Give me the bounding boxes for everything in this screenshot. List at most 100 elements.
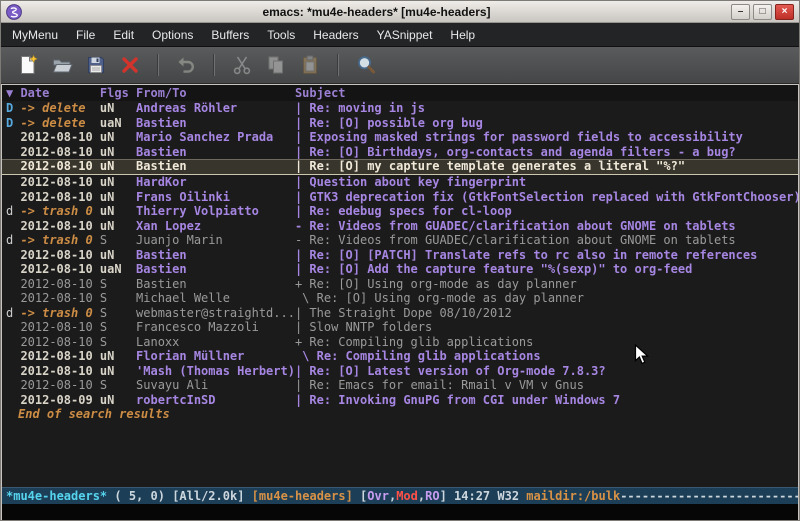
header-rows: D-> deleteuNAndreas Röhler| Re: moving i… bbox=[2, 101, 798, 407]
headers-column-header: ▼ Date Flgs From/To Subject bbox=[2, 85, 798, 101]
message-row[interactable]: D-> deleteuaNBastien| Re: [O] possible o… bbox=[2, 116, 798, 131]
cell-mark: d bbox=[6, 306, 20, 321]
modeline-segment: Mod bbox=[396, 489, 418, 503]
cell-mark: d bbox=[6, 233, 20, 248]
message-row[interactable]: 2012-08-10SFrancesco Mazzoli| Slow NNTP … bbox=[2, 320, 798, 335]
message-row[interactable]: 2012-08-09uNrobertcInSD| Re: Invoking Gn… bbox=[2, 393, 798, 408]
message-row[interactable]: 2012-08-10uNBastien| Re: [O] [PATCH] Tra… bbox=[2, 248, 798, 263]
message-row[interactable]: 2012-08-10SSuvayu Ali| Re: Emacs for ema… bbox=[2, 378, 798, 393]
menu-item-options[interactable]: Options bbox=[143, 23, 202, 46]
cell-mark: d bbox=[6, 204, 20, 219]
cell-mark bbox=[6, 291, 20, 306]
column-header-subject[interactable]: Subject bbox=[295, 85, 798, 101]
message-row[interactable]: 2012-08-10uNMario Sanchez Prada| Exposin… bbox=[2, 130, 798, 145]
cell-subject: - Re: Videos from GUADEC/clarification a… bbox=[295, 233, 798, 248]
cell-from: Michael Welle bbox=[136, 291, 295, 306]
menu-item-headers[interactable]: Headers bbox=[304, 23, 367, 46]
cell-date: -> delete bbox=[20, 116, 99, 131]
column-header-flags[interactable]: Flgs bbox=[100, 85, 136, 101]
search-button[interactable] bbox=[349, 50, 383, 80]
cell-subject: | Re: Emacs for email: Rmail v VM v Gnus bbox=[295, 378, 798, 393]
cell-flags: uN bbox=[100, 248, 136, 263]
cell-mark bbox=[6, 248, 20, 263]
maximize-button[interactable]: □ bbox=[753, 4, 772, 20]
message-row[interactable]: 2012-08-10uNXan Lopez- Re: Videos from G… bbox=[2, 219, 798, 234]
new-file-button[interactable] bbox=[11, 50, 45, 80]
message-row[interactable]: d-> trash 0SJuanjo Marin- Re: Videos fro… bbox=[2, 233, 798, 248]
menu-item-buffers[interactable]: Buffers bbox=[202, 23, 258, 46]
cell-subject: + Re: [O] Using org-mode as day planner bbox=[295, 277, 798, 292]
message-row[interactable]: 2012-08-10SLanoxx+ Re: Compiling glib ap… bbox=[2, 335, 798, 350]
cell-subject: | Re: [O] Birthdays, org-contacts and ag… bbox=[295, 145, 798, 160]
message-row[interactable]: 2012-08-10uNFrans Oilinki| GTK3 deprecat… bbox=[2, 190, 798, 205]
cell-subject: | Slow NNTP folders bbox=[295, 320, 798, 335]
cell-from: Florian Müllner bbox=[136, 349, 295, 364]
message-row[interactable]: 2012-08-10uNFlorian Müllner \ Re: Compil… bbox=[2, 349, 798, 364]
cell-flags: S bbox=[100, 277, 136, 292]
message-row[interactable]: 2012-08-10uNBastien| Re: [O] Birthdays, … bbox=[2, 145, 798, 160]
menu-item-file[interactable]: File bbox=[67, 23, 104, 46]
modeline-segment: 14:27 W32 bbox=[454, 489, 526, 503]
cell-from: Frans Oilinki bbox=[136, 190, 295, 205]
cell-flags: uN bbox=[100, 219, 136, 234]
cell-date: 2012-08-10 bbox=[20, 291, 99, 306]
cell-subject: | Re: [O] Add the capture feature "%(sex… bbox=[295, 262, 798, 277]
cell-from: Juanjo Marin bbox=[136, 233, 295, 248]
close-x-icon bbox=[119, 54, 141, 76]
message-row[interactable]: 2012-08-10uNBastien| Re: [O] my capture … bbox=[2, 159, 798, 175]
cell-from: Mario Sanchez Prada bbox=[136, 130, 295, 145]
cell-subject: | Re: [O] Latest version of Org-mode 7.8… bbox=[295, 364, 798, 379]
cell-mark bbox=[6, 175, 20, 190]
modeline-segment: [All/2.0k] bbox=[172, 489, 244, 503]
close-button[interactable]: × bbox=[775, 4, 794, 20]
cell-subject: | Question about key fingerprint bbox=[295, 175, 798, 190]
new-file-icon bbox=[17, 54, 39, 76]
open-file-button[interactable] bbox=[45, 50, 79, 80]
cell-from: Thierry Volpiatto bbox=[136, 204, 295, 219]
column-header-date[interactable]: ▼ Date bbox=[6, 85, 100, 101]
message-row[interactable]: D-> deleteuNAndreas Röhler| Re: moving i… bbox=[2, 101, 798, 116]
menu-item-tools[interactable]: Tools bbox=[258, 23, 304, 46]
modeline-segment: maildir:/bulk bbox=[526, 489, 620, 503]
cell-from: Bastien bbox=[136, 116, 295, 131]
cell-flags: uaN bbox=[100, 116, 136, 131]
menu-item-edit[interactable]: Edit bbox=[104, 23, 143, 46]
cell-from: Francesco Mazzoli bbox=[136, 320, 295, 335]
message-row[interactable]: d-> trash 0uNThierry Volpiatto| Re: edeb… bbox=[2, 204, 798, 219]
minibuffer[interactable] bbox=[2, 504, 798, 520]
cell-flags: uN bbox=[100, 349, 136, 364]
cell-date: 2012-08-10 bbox=[20, 219, 99, 234]
message-row[interactable]: 2012-08-10uNHardKor| Question about key … bbox=[2, 175, 798, 190]
menu-item-help[interactable]: Help bbox=[441, 23, 484, 46]
emacs-window: emacs: *mu4e-headers* [mu4e-headers] –□×… bbox=[0, 0, 800, 521]
modeline-segment: -------------------------------- bbox=[620, 489, 798, 503]
close-buffer-button[interactable] bbox=[113, 50, 147, 80]
message-row[interactable]: 2012-08-10SBastien+ Re: [O] Using org-mo… bbox=[2, 277, 798, 292]
cell-mark bbox=[6, 262, 20, 277]
message-row[interactable]: 2012-08-10uaNBastien| Re: [O] Add the ca… bbox=[2, 262, 798, 277]
cell-date: -> trash 0 bbox=[20, 233, 99, 248]
cell-flags: uN bbox=[100, 160, 136, 174]
scissors-icon bbox=[231, 54, 253, 76]
message-row[interactable]: 2012-08-10SMichael Welle \ Re: [O] Using… bbox=[2, 291, 798, 306]
undo-icon bbox=[175, 54, 197, 76]
message-row[interactable]: 2012-08-10uN'Mash (Thomas Herbert)| Re: … bbox=[2, 364, 798, 379]
column-header-from[interactable]: From/To bbox=[136, 85, 295, 101]
cell-from: Suvayu Ali bbox=[136, 378, 295, 393]
cell-date: 2012-08-10 bbox=[20, 335, 99, 350]
paste-button bbox=[293, 50, 327, 80]
message-row[interactable]: d-> trash 0Swebmaster@straightd...| The … bbox=[2, 306, 798, 321]
menu-item-yasnippet[interactable]: YASnippet bbox=[368, 23, 442, 46]
save-floppy-icon bbox=[85, 54, 107, 76]
buffer-empty-area bbox=[2, 422, 798, 488]
save-buffer-button[interactable] bbox=[79, 50, 113, 80]
cell-mark bbox=[6, 349, 20, 364]
title-bar[interactable]: emacs: *mu4e-headers* [mu4e-headers] –□× bbox=[1, 1, 799, 23]
cell-mark: D bbox=[6, 101, 20, 116]
cell-date: 2012-08-10 bbox=[20, 190, 99, 205]
menu-item-mymenu[interactable]: MyMenu bbox=[3, 23, 67, 46]
cell-flags: S bbox=[100, 320, 136, 335]
minimize-button[interactable]: – bbox=[731, 4, 750, 20]
cell-from: webmaster@straightd... bbox=[136, 306, 295, 321]
end-of-results: End of search results bbox=[2, 407, 798, 422]
